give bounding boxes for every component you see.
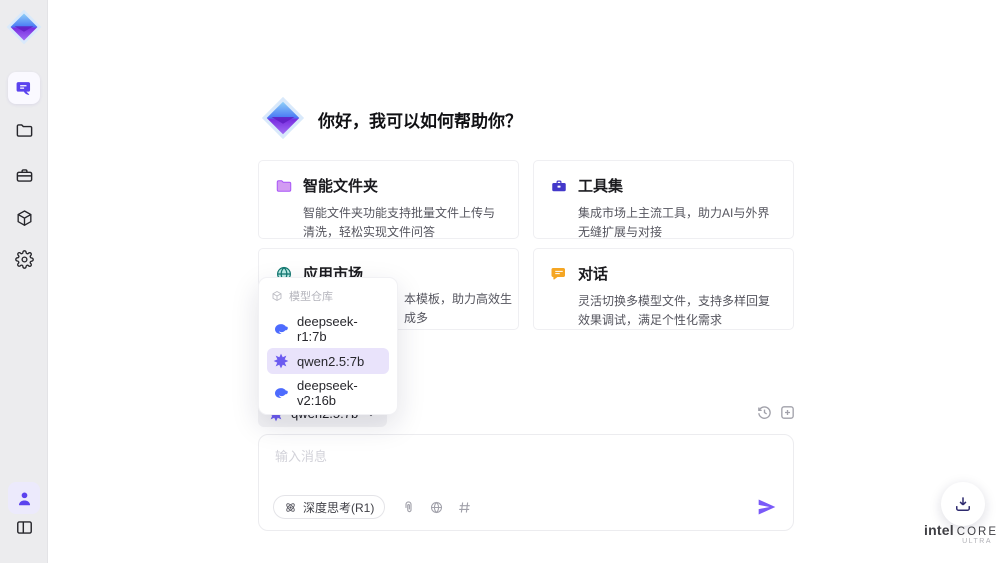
sidebar-item-folders[interactable] (8, 114, 40, 146)
sidebar-item-models[interactable] (8, 202, 40, 234)
cube-icon (16, 209, 32, 226)
composer-toolbar: 深度思考(R1) (273, 495, 777, 519)
briefcase-indigo-icon (552, 180, 566, 191)
sidebar-item-toolbox[interactable] (8, 159, 40, 191)
atom-icon (286, 502, 295, 512)
intel-core-text: core (956, 526, 999, 538)
download-icon (956, 497, 970, 511)
chat-bubble-icon (16, 81, 30, 95)
sidebar-item-panel-toggle[interactable] (8, 511, 40, 543)
card-toolset[interactable]: 工具集 集成市场上主流工具，助力AI与外界无缝扩展与对接 (533, 160, 794, 239)
globe-icon[interactable] (429, 500, 444, 515)
repository-cube-icon (272, 290, 282, 302)
sidebar-item-settings[interactable] (8, 243, 40, 275)
model-option-label: qwen2.5:7b (297, 353, 365, 369)
paperclip-icon[interactable] (401, 500, 416, 515)
sidebar (0, 0, 48, 563)
model-option-deepseek-v2[interactable]: deepseek-v2:16b (267, 378, 389, 408)
card-conversation[interactable]: 对话 灵活切换多模型文件，支持多样回复效果调试，满足个性化需求 (533, 248, 794, 330)
deepseek-whale-icon (275, 324, 288, 334)
deep-think-label: 深度思考(R1) (303, 500, 375, 515)
composer-placeholder: 输入消息 (275, 449, 328, 464)
intel-core-badge: intel core ultra (924, 522, 996, 545)
card-smart-folder[interactable]: 智能文件夹 智能文件夹功能支持批量文件上传与清洗，轻松实现文件问答 (258, 160, 519, 239)
intel-brand-text: intel (924, 522, 954, 538)
briefcase-icon (16, 168, 32, 182)
model-dropdown-header: 模型仓库 (267, 286, 389, 310)
card-title: 智能文件夹 (303, 178, 379, 195)
chat-amber-icon (551, 267, 565, 280)
sidebar-item-profile[interactable] (8, 482, 40, 514)
app-window: 你好，我可以如何帮助你？ 智能文件夹 智能文件夹功能支持批量文件上传与清洗，轻松… (0, 0, 1000, 563)
intel-tier-text: ultra (962, 538, 992, 545)
folder-purple-icon (276, 179, 292, 192)
deep-think-toggle[interactable]: 深度思考(R1) (273, 495, 386, 519)
model-dropdown-menu: 模型仓库 deepseek-r1:7b qwen2.5:7b deepseek-… (258, 277, 398, 415)
greeting-text: 你好，我可以如何帮助你？ (318, 112, 522, 131)
side-panel-icon (16, 520, 32, 534)
hash-grid-icon[interactable] (457, 500, 472, 515)
download-button[interactable] (941, 482, 985, 526)
model-option-deepseek-r1[interactable]: deepseek-r1:7b (267, 314, 389, 344)
model-dropdown-header-label: 模型仓库 (289, 291, 333, 303)
send-icon[interactable] (757, 497, 777, 517)
history-icon[interactable] (756, 404, 773, 421)
card-description: 智能文件夹功能支持批量文件上传与清洗，轻松实现文件问答 (303, 206, 496, 239)
gear-icon (14, 249, 34, 269)
model-option-label: deepseek-r1:7b (297, 314, 358, 344)
card-title: 对话 (578, 266, 609, 283)
model-option-label: deepseek-v2:16b (297, 378, 358, 408)
deepseek-whale-icon (275, 388, 288, 398)
sidebar-item-chat[interactable] (8, 72, 40, 104)
greeting-logo-icon (261, 96, 305, 140)
user-icon (18, 491, 30, 505)
qwen-star-icon (273, 353, 289, 369)
new-chat-icon[interactable] (779, 404, 796, 421)
app-logo-icon (6, 9, 42, 45)
card-description: 灵活切换多模型文件，支持多样回复效果调试，满足个性化需求 (578, 294, 771, 327)
card-description: 集成市场上主流工具，助力AI与外界无缝扩展与对接 (578, 206, 770, 239)
message-composer[interactable]: 输入消息 深度思考(R1) (258, 434, 794, 531)
model-option-qwen[interactable]: qwen2.5:7b (267, 348, 389, 374)
card-title: 工具集 (578, 178, 624, 195)
folder-icon (16, 123, 32, 137)
card-description: 本模板，助力高效生成多 (404, 292, 513, 325)
